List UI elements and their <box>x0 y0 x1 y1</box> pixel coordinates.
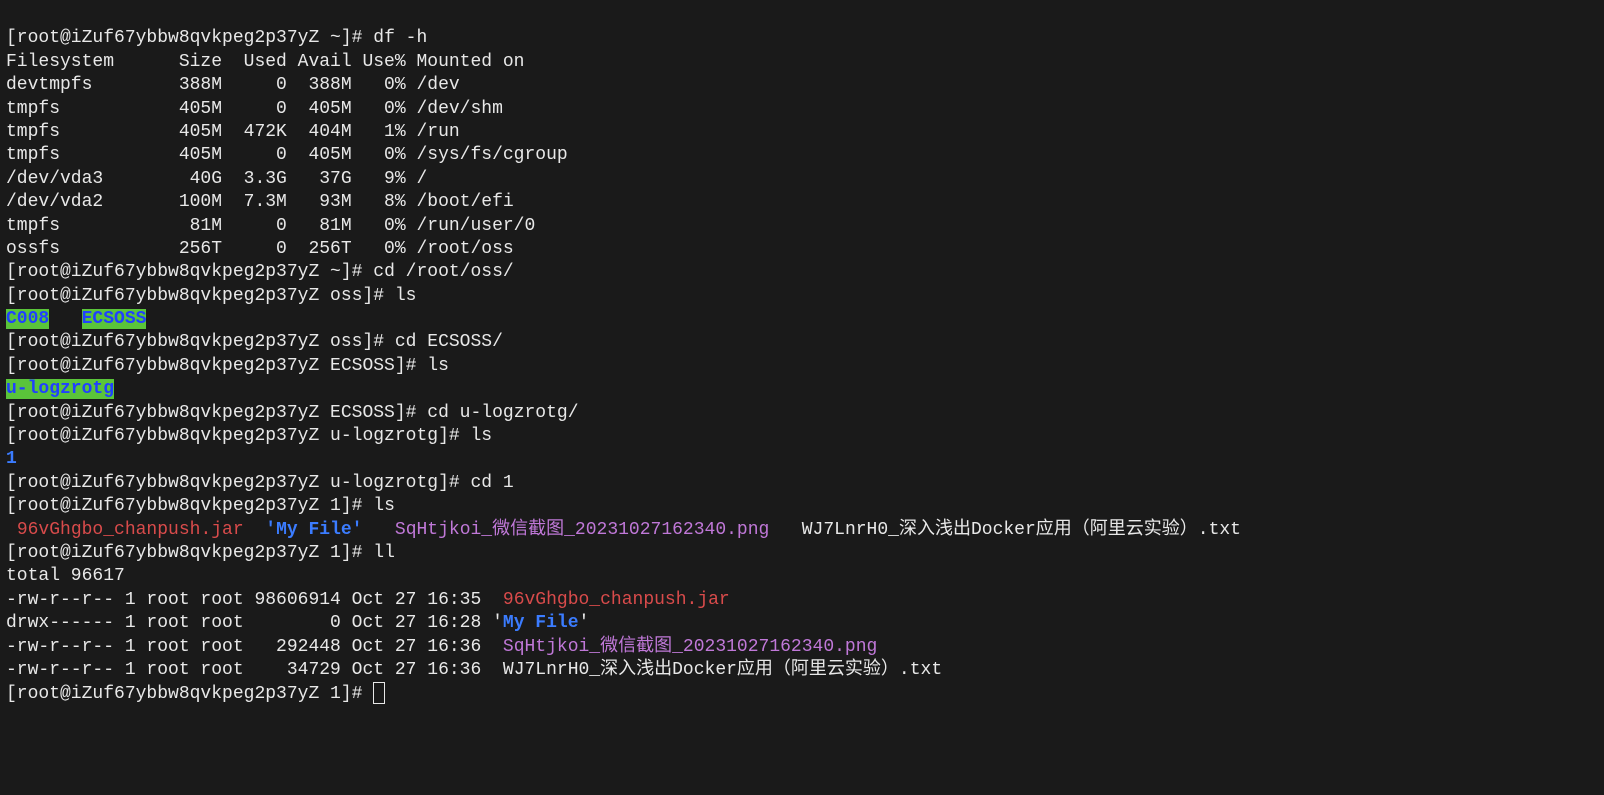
ls-pre <box>6 520 17 540</box>
dir-ecsoss: ECSOSS <box>82 309 147 329</box>
cmd-ls: ls <box>470 426 492 446</box>
prompt-ulog: [root@iZuf67ybbw8qvkpeg2p37yZ u-logzrotg… <box>6 473 470 493</box>
ls-gap <box>49 309 81 329</box>
file-jar: 96vGhgbo_chanpush.jar <box>17 520 244 540</box>
dir-1: 1 <box>6 449 17 469</box>
terminal[interactable]: [root@iZuf67ybbw8qvkpeg2p37yZ ~]# df -h … <box>0 0 1604 711</box>
df-row: ossfs 256T 0 256T 0% /root/oss <box>6 239 514 259</box>
quote-close: ' <box>579 613 590 633</box>
ll-row-meta: drwx------ 1 root root 0 Oct 27 16:28 <box>6 613 492 633</box>
ll-row-meta: -rw-r--r-- 1 root root 292448 Oct 27 16:… <box>6 637 503 657</box>
file-txt: WJ7LnrH0_深入浅出Docker应用（阿里云实验）.txt <box>802 520 1241 540</box>
quote-open: ' <box>492 613 503 633</box>
prompt-home: [root@iZuf67ybbw8qvkpeg2p37yZ ~]# <box>6 262 373 282</box>
ll-row-name: SqHtjkoi_微信截图_20231027162340.png <box>503 637 877 657</box>
ls-gap <box>769 520 801 540</box>
cmd-ls: ls <box>427 356 449 376</box>
cmd-cd-1: cd 1 <box>470 473 513 493</box>
df-row: tmpfs 405M 0 405M 0% /sys/fs/cgroup <box>6 145 568 165</box>
df-row: /dev/vda2 100M 7.3M 93M 8% /boot/efi <box>6 192 514 212</box>
prompt-1: [root@iZuf67ybbw8qvkpeg2p37yZ 1]# <box>6 543 373 563</box>
ll-row-meta: -rw-r--r-- 1 root root 34729 Oct 27 16:3… <box>6 660 503 680</box>
cmd-ls: ls <box>395 286 417 306</box>
ls-gap <box>362 520 394 540</box>
df-header: Filesystem Size Used Avail Use% Mounted … <box>6 52 524 72</box>
cmd-ls: ls <box>373 496 395 516</box>
ll-row-name: My File <box>503 613 579 633</box>
prompt-home: [root@iZuf67ybbw8qvkpeg2p37yZ ~]# <box>6 28 373 48</box>
ll-row-meta: -rw-r--r-- 1 root root 98606914 Oct 27 1… <box>6 590 503 610</box>
ll-row-name: 96vGhgbo_chanpush.jar <box>503 590 730 610</box>
dir-ulog: u-logzrotg <box>6 379 114 399</box>
ls-gap <box>244 520 266 540</box>
prompt-1: [root@iZuf67ybbw8qvkpeg2p37yZ 1]# <box>6 496 373 516</box>
prompt-ecsoss: [root@iZuf67ybbw8qvkpeg2p37yZ ECSOSS]# <box>6 403 427 423</box>
cmd-ll: ll <box>373 543 395 563</box>
cmd-cd-ulog: cd u-logzrotg/ <box>427 403 578 423</box>
file-png: SqHtjkoi_微信截图_20231027162340.png <box>395 520 769 540</box>
cmd-df: df -h <box>373 28 427 48</box>
ll-total: total 96617 <box>6 566 125 586</box>
cmd-cd-oss: cd /root/oss/ <box>373 262 513 282</box>
dir-c008: C008 <box>6 309 49 329</box>
df-row: tmpfs 405M 472K 404M 1% /run <box>6 122 460 142</box>
cursor[interactable] <box>373 682 385 704</box>
prompt-ulog: [root@iZuf67ybbw8qvkpeg2p37yZ u-logzrotg… <box>6 426 470 446</box>
prompt-ecsoss: [root@iZuf67ybbw8qvkpeg2p37yZ ECSOSS]# <box>6 356 427 376</box>
prompt-1: [root@iZuf67ybbw8qvkpeg2p37yZ 1]# <box>6 684 373 704</box>
df-row: /dev/vda3 40G 3.3G 37G 9% / <box>6 169 427 189</box>
df-row: tmpfs 81M 0 81M 0% /run/user/0 <box>6 216 535 236</box>
df-row: tmpfs 405M 0 405M 0% /dev/shm <box>6 99 503 119</box>
cmd-cd-ecsoss: cd ECSOSS/ <box>395 332 503 352</box>
ll-row-name: WJ7LnrH0_深入浅出Docker应用（阿里云实验）.txt <box>503 660 942 680</box>
prompt-oss: [root@iZuf67ybbw8qvkpeg2p37yZ oss]# <box>6 332 395 352</box>
file-myfile: 'My File' <box>265 520 362 540</box>
df-row: devtmpfs 388M 0 388M 0% /dev <box>6 75 460 95</box>
prompt-oss: [root@iZuf67ybbw8qvkpeg2p37yZ oss]# <box>6 286 395 306</box>
